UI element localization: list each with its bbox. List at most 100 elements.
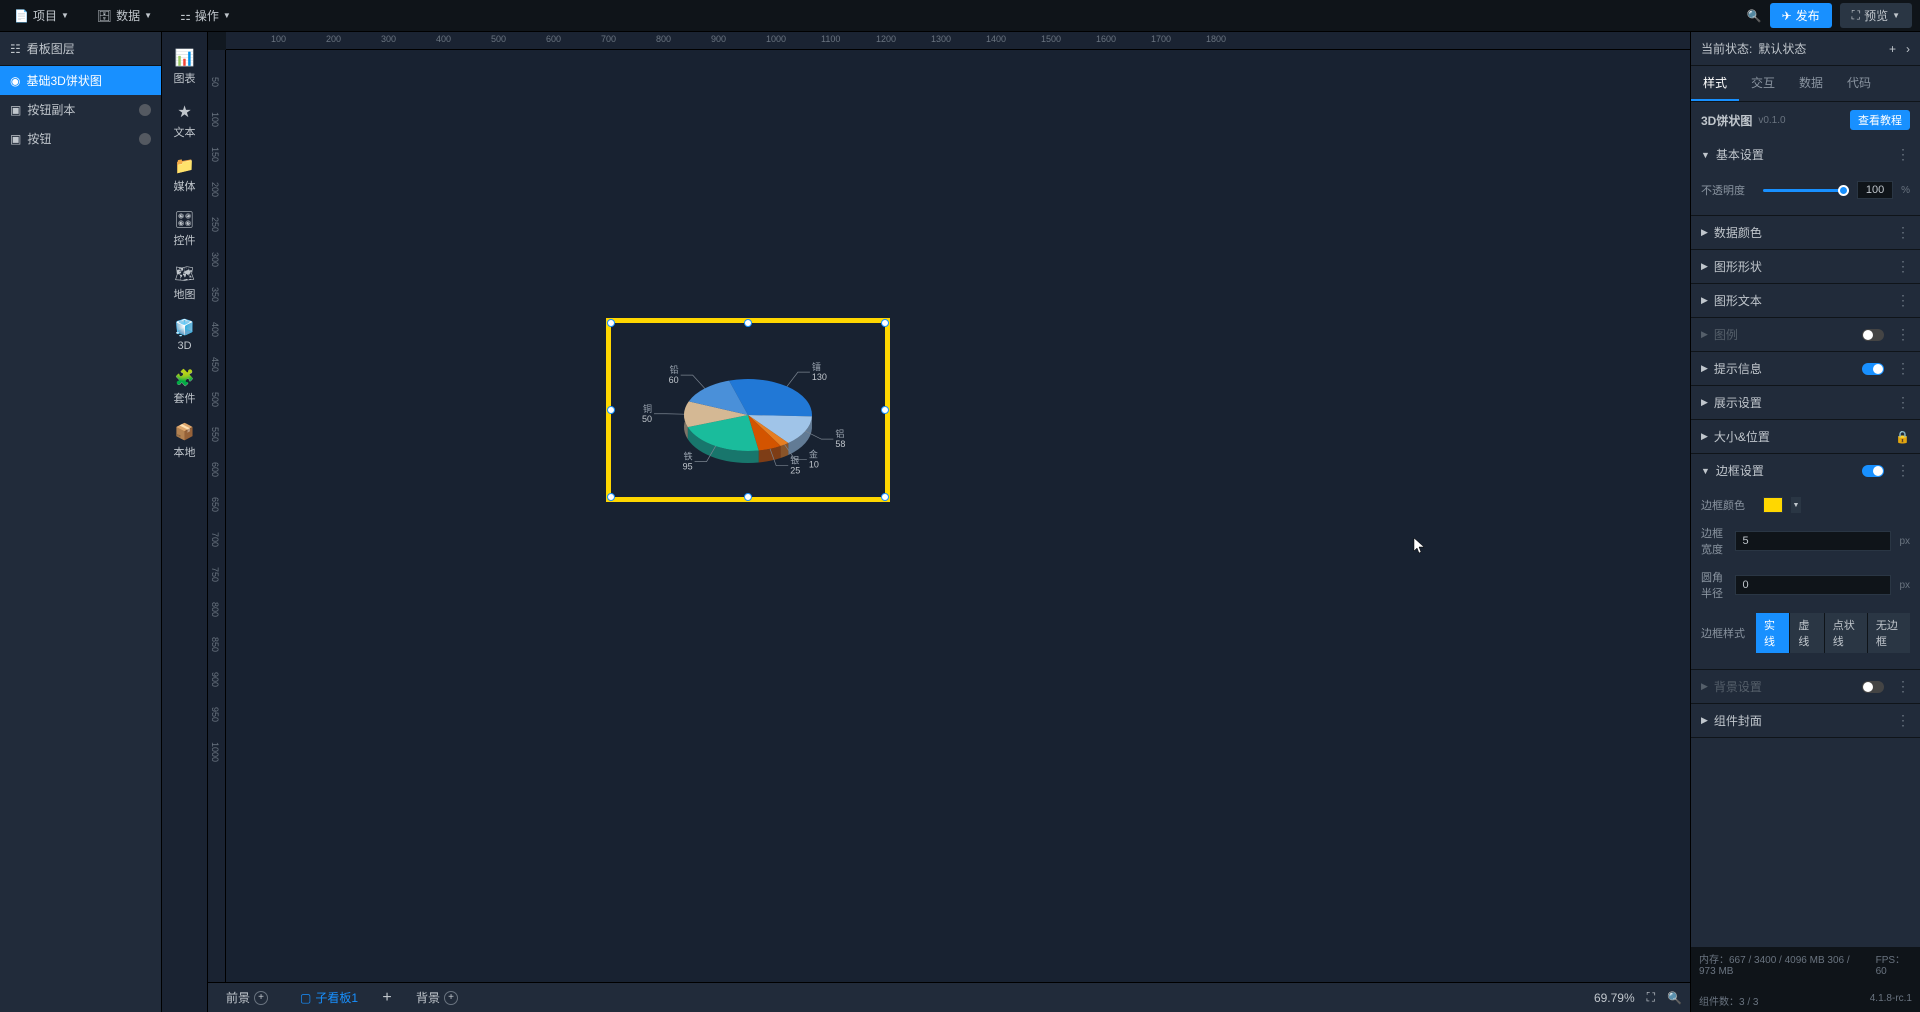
more-icon[interactable]: ⋮ [1896,678,1910,695]
vtool-套件[interactable]: 🧩套件 [170,360,200,414]
opacity-slider[interactable] [1763,184,1849,196]
resize-handle-n[interactable] [744,319,752,327]
resize-handle-ne[interactable] [881,319,889,327]
section-data-color[interactable]: ▶数据颜色⋮ [1691,216,1920,249]
svg-text:10: 10 [809,459,819,469]
layer-item[interactable]: ◉基础3D饼状图 [0,66,161,95]
more-icon[interactable]: ⋮ [1896,224,1910,241]
tool-icon: 🗺 [174,264,194,284]
file-icon: 📄 [14,9,29,23]
add-icon[interactable]: + [254,991,268,1005]
resize-handle-nw[interactable] [607,319,615,327]
tab-front-label: 前景 [226,989,250,1006]
layer-item[interactable]: ▣按钮副本 [0,95,161,124]
visibility-icon[interactable] [139,133,151,145]
border-color-swatch[interactable] [1763,497,1783,513]
caret-right-icon: ▶ [1701,295,1708,306]
more-icon[interactable]: ⋮ [1896,360,1910,377]
resize-handle-e[interactable] [881,406,889,414]
more-icon[interactable]: ⋮ [1896,146,1910,163]
zoom-icon[interactable]: 🔍 [1667,991,1682,1005]
menu-action[interactable]: ⚏ 操作 ▼ [174,3,237,28]
more-icon[interactable]: ⋮ [1896,462,1910,479]
fit-icon[interactable]: ⛶ [1647,990,1655,1005]
vtool-媒体[interactable]: 📁媒体 [170,148,200,202]
menu-project[interactable]: 📄 项目 ▼ [8,3,75,28]
more-icon[interactable]: ⋮ [1896,258,1910,275]
resize-handle-se[interactable] [881,493,889,501]
tab-data[interactable]: 数据 [1787,66,1835,101]
border-radius-input[interactable] [1735,575,1891,595]
chevron-right-icon[interactable]: › [1906,42,1910,56]
publish-button[interactable]: ✈ 发布 [1770,3,1832,28]
border-style-点状线[interactable]: 点状线 [1825,613,1868,653]
resize-handle-s[interactable] [744,493,752,501]
section-label: 组件封面 [1714,712,1762,729]
vtool-图表[interactable]: 📊图表 [170,40,200,94]
more-icon[interactable]: ⋮ [1896,712,1910,729]
add-tab-button[interactable]: + [380,991,394,1005]
layers-icon: ☷ [10,42,21,56]
vtool-控件[interactable]: 🎛控件 [170,202,200,256]
resize-handle-w[interactable] [607,406,615,414]
color-dropdown[interactable]: ▼ [1791,497,1801,513]
selected-component[interactable]: 镭130铝58金10银25铁95铜50铅60 [606,318,890,502]
fps-stat: FPS：60 [1876,951,1912,977]
vtool-文本[interactable]: ★文本 [170,94,200,148]
opacity-value[interactable]: 100 [1857,181,1893,199]
section-legend[interactable]: ▶图例⋮ [1691,318,1920,351]
more-icon[interactable]: ⋮ [1896,394,1910,411]
section-display[interactable]: ▶展示设置⋮ [1691,386,1920,419]
canvas[interactable]: 镭130铝58金10银25铁95铜50铅60 [226,50,1690,982]
vtool-本地[interactable]: 📦本地 [170,414,200,468]
tab-back-label: 背景 [416,989,440,1006]
vtool-3D[interactable]: 🧊3D [170,310,200,360]
tool-label: 文本 [174,124,196,140]
section-cover[interactable]: ▶组件封面⋮ [1691,704,1920,737]
border-style-无边框[interactable]: 无边框 [1868,613,1910,653]
caret-right-icon: ▶ [1701,397,1708,408]
section-size-pos[interactable]: ▶大小&位置🔒 [1691,420,1920,453]
vtool-地图[interactable]: 🗺 地图 [170,256,200,310]
section-basic[interactable]: ▼ 基本设置 ⋮ [1691,138,1920,171]
add-state-button[interactable]: + [1889,42,1896,56]
background-toggle[interactable] [1862,681,1884,693]
legend-toggle[interactable] [1862,329,1884,341]
tab-sub-panel[interactable]: ▢ 子看板1 [290,985,368,1010]
preview-button[interactable]: ⛶ 预览 ▼ [1840,3,1912,28]
chevron-down-icon: ▼ [61,11,69,20]
visibility-icon[interactable] [139,104,151,116]
footer-stats: 内存：667 / 3400 / 4096 MB 306 / 973 MB FPS：… [1691,947,1920,1012]
caret-down-icon: ▼ [1701,150,1710,160]
lock-icon[interactable]: 🔒 [1895,430,1910,444]
border-style-实线[interactable]: 实线 [1756,613,1790,653]
section-tooltip[interactable]: ▶提示信息⋮ [1691,352,1920,385]
tab-interaction[interactable]: 交互 [1739,66,1787,101]
more-icon[interactable]: ⋮ [1896,292,1910,309]
section-border[interactable]: ▼ 边框设置 ⋮ [1691,454,1920,487]
comp-count-stat: 组件数：3 / 3 [1699,993,1758,1008]
publish-label: 发布 [1796,7,1820,24]
tab-back[interactable]: 背景 + [406,985,468,1010]
layer-item[interactable]: ▣按钮 [0,124,161,153]
tutorial-button[interactable]: 查看教程 [1850,110,1910,130]
tool-label: 地图 [174,286,196,302]
resize-handle-sw[interactable] [607,493,615,501]
menu-data[interactable]: 🗄 数据 ▼ [91,3,158,28]
status-label: 当前状态: [1701,40,1752,57]
search-icon[interactable]: 🔍 [1747,9,1762,23]
tab-style[interactable]: 样式 [1691,66,1739,101]
tooltip-toggle[interactable] [1862,363,1884,375]
memory-stat: 内存：667 / 3400 / 4096 MB 306 / 973 MB [1699,951,1868,977]
border-style-虚线[interactable]: 虚线 [1790,613,1824,653]
section-shape[interactable]: ▶图形形状⋮ [1691,250,1920,283]
tab-code[interactable]: 代码 [1835,66,1883,101]
tool-label: 图表 [174,70,196,86]
tab-front[interactable]: 前景 + [216,985,278,1010]
border-width-input[interactable] [1735,531,1891,551]
more-icon[interactable]: ⋮ [1896,326,1910,343]
section-text[interactable]: ▶图形文本⋮ [1691,284,1920,317]
section-background[interactable]: ▶背景设置⋮ [1691,670,1920,703]
add-icon[interactable]: + [444,991,458,1005]
border-toggle[interactable] [1862,465,1884,477]
